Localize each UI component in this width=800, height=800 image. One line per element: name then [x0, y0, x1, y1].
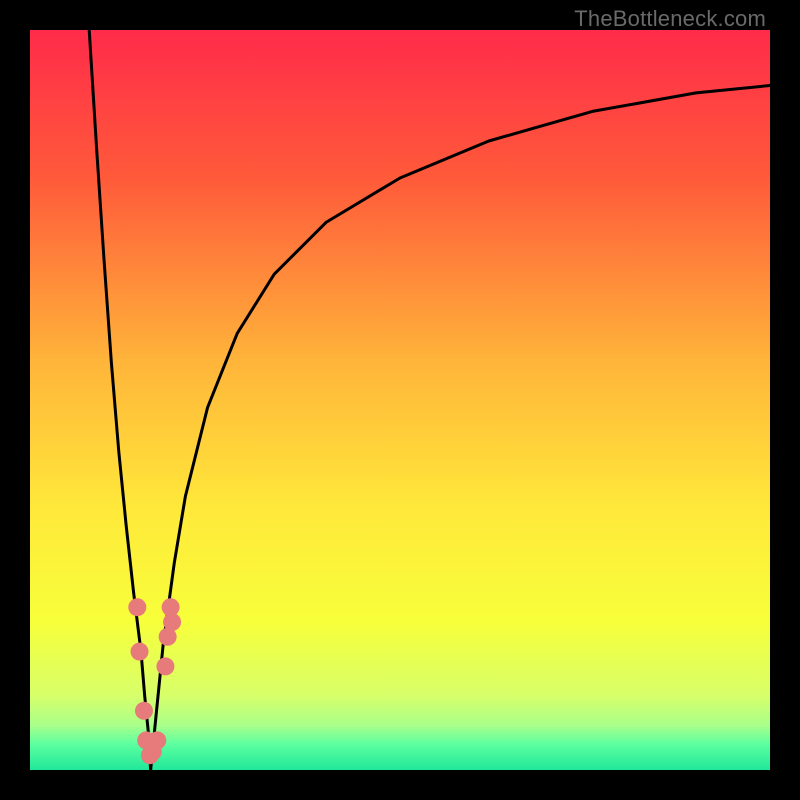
watermark-text: TheBottleneck.com — [574, 6, 766, 32]
data-point — [163, 613, 181, 631]
series-right-branch — [151, 86, 770, 771]
chart-frame: TheBottleneck.com — [0, 0, 800, 800]
curve-layer — [30, 30, 770, 770]
data-point — [131, 643, 149, 661]
data-point — [156, 657, 174, 675]
data-point — [148, 731, 166, 749]
data-point — [128, 598, 146, 616]
plot-area — [30, 30, 770, 770]
data-point — [135, 702, 153, 720]
